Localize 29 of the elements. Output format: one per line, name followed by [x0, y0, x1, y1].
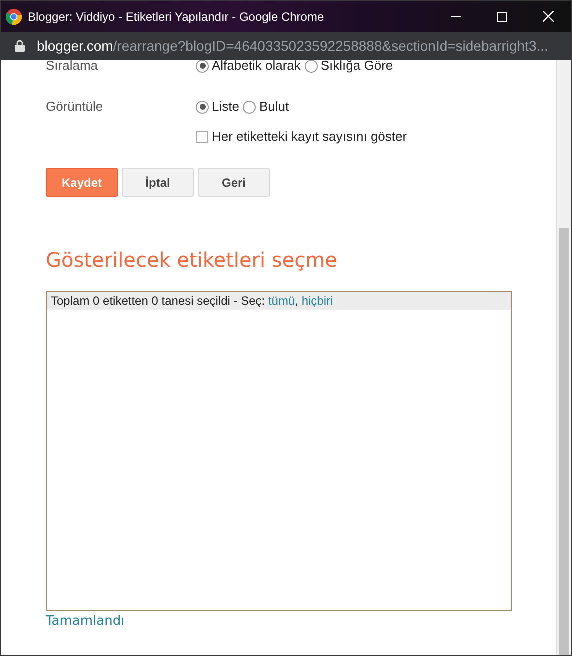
selection-summary: Toplam 0 etiketten 0 tanesi seçildi - Seç: tümü, hiçbiri: [51, 293, 334, 310]
radio-button[interactable]: [196, 100, 209, 114]
radio-button[interactable]: [243, 100, 256, 114]
action-button[interactable]: İptal: [122, 168, 194, 197]
window-title: Blogger: Viddiyo - Etiketleri Yapılandır - Google Chrome: [28, 8, 324, 26]
done-link[interactable]: Tamamlandı: [46, 612, 125, 632]
radio-option[interactable]: Sıklığa Göre: [304, 60, 394, 76]
chrome-logo-icon: [6, 8, 22, 24]
field-label: Sıralama: [46, 60, 98, 74]
maximize-icon: [497, 12, 507, 22]
checkbox-option[interactable]: Her etiketteki kayıt sayısını göster: [196, 127, 408, 147]
field-label: Görüntüle: [46, 99, 104, 114]
select-link[interactable]: hiçbiri: [302, 294, 334, 308]
lock-icon: [15, 40, 25, 52]
close-icon: [542, 11, 554, 22]
checkbox[interactable]: [196, 131, 208, 143]
scrollbar[interactable]: [556, 60, 571, 655]
scrollbar-thumb[interactable]: [559, 228, 569, 655]
radio-button[interactable]: [304, 60, 318, 72]
radio-option[interactable]: Bulut: [243, 97, 290, 117]
action-button[interactable]: Geri: [198, 168, 270, 197]
radio-option[interactable]: Alfabetik olarak: [196, 60, 301, 76]
section-heading: Gösterilecek etiketleri seçme: [46, 247, 338, 274]
radio-button[interactable]: [196, 60, 209, 72]
minimize-icon: [451, 16, 461, 17]
radio-option[interactable]: Liste: [196, 97, 240, 117]
address-bar[interactable]: blogger.com/rearrange?blogID=4640335023592258888&sectionId=sidebarright3...: [1, 32, 571, 60]
url-text: blogger.com/rearrange?blogID=4640335023592258888&sectionId=sidebarright3...: [37, 36, 548, 56]
select-link[interactable]: tümü: [268, 294, 296, 308]
